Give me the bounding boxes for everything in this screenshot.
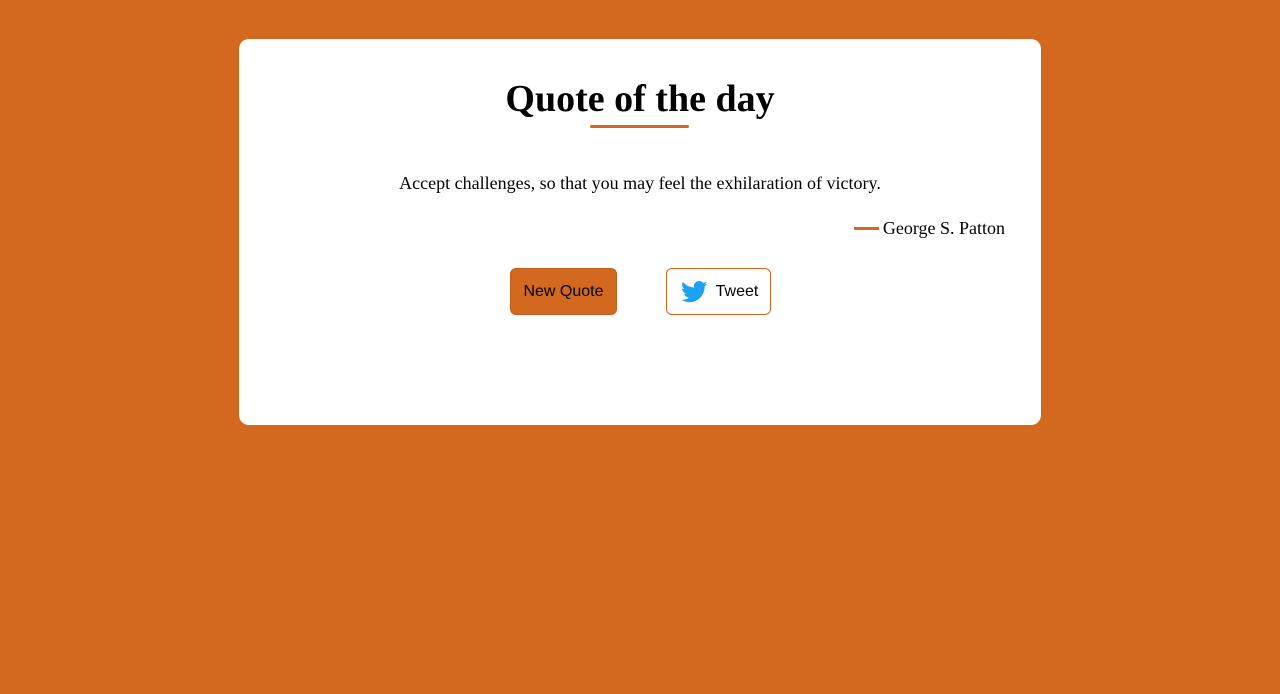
twitter-bird-icon bbox=[679, 280, 710, 303]
new-quote-button[interactable]: New Quote bbox=[510, 268, 617, 315]
tweet-label: Tweet bbox=[715, 282, 759, 300]
page-title: Quote of the day bbox=[505, 78, 775, 120]
new-quote-label: New Quote bbox=[523, 282, 604, 300]
quote-card: Quote of the day Accept challenges, so t… bbox=[239, 39, 1041, 425]
quote-text: Accept challenges, so that you may feel … bbox=[399, 173, 881, 193]
title-underline bbox=[590, 125, 689, 128]
author-dash bbox=[853, 227, 879, 230]
author-row: George S. Patton bbox=[853, 215, 1005, 241]
author-name: George S. Patton bbox=[882, 218, 1005, 238]
tweet-button[interactable]: Tweet bbox=[666, 268, 771, 315]
